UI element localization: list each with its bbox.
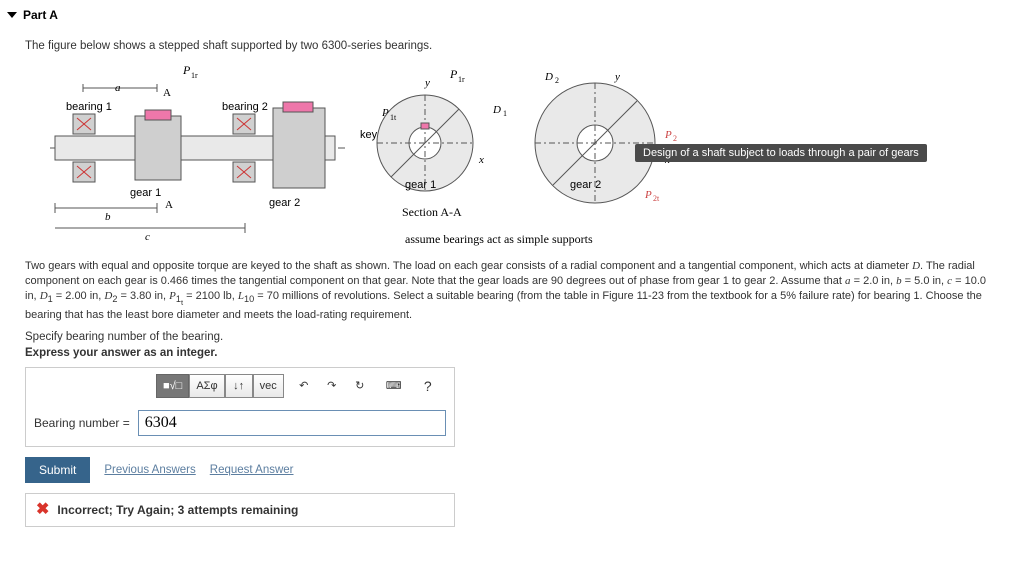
problem-text: Two gears with equal and opposite torque… [25,259,999,323]
key-label: key [360,129,378,141]
feedback-box: ✖ Incorrect; Try Again; 3 attempts remai… [25,493,455,527]
incorrect-icon: ✖ [36,502,49,518]
undo-button[interactable]: ↶ [290,374,318,398]
D1-label: D [492,104,501,116]
svg-text:1r: 1r [191,71,198,80]
answer-box: ■√□ ΑΣφ ↓↑ vec ↶ ↷ ↻ ⌨ ? Bearing number … [25,367,455,447]
submit-button[interactable]: Submit [25,457,90,483]
gear2-label: gear 2 [269,197,300,209]
y2-label: y [614,71,620,83]
section-AA-label: Section A-A [402,205,462,219]
P2t-label: P [644,189,652,201]
bearing1-label: bearing 1 [66,101,112,113]
part-label: Part A [23,8,58,22]
request-answer-link[interactable]: Request Answer [210,464,294,476]
keyboard-button[interactable]: ⌨ [380,374,408,398]
gear2-circle-label: gear 2 [570,179,601,191]
dim-b: b [105,211,111,223]
svg-text:2t: 2t [653,194,660,203]
collapse-icon[interactable] [7,12,17,18]
p1r-left: P [182,63,191,77]
bearing2-label: bearing 2 [222,101,268,113]
svg-text:1r: 1r [458,75,465,84]
svg-text:1: 1 [503,109,507,118]
previous-answers-link[interactable]: Previous Answers [104,464,195,476]
P1t-label: P [381,107,389,119]
answer-input[interactable] [138,410,446,436]
redo-button[interactable]: ↷ [318,374,346,398]
section-A-top: A [163,87,171,99]
help-button[interactable]: ? [414,374,442,398]
intro-text: The figure below shows a stepped shaft s… [25,40,999,52]
express-clause: Express your answer as an integer. [25,347,999,359]
vec-button[interactable]: vec [253,374,284,398]
feedback-text: Incorrect; Try Again; 3 attempts remaini… [57,503,298,517]
formula-toolbar: ■√□ ΑΣφ ↓↑ vec ↶ ↷ ↻ ⌨ ? [26,368,454,404]
gear1-circle-label: gear 1 [405,179,436,191]
svg-text:2: 2 [673,134,677,143]
D2-label: D [544,71,553,83]
y1-label: y [424,77,430,89]
section-A-bot: A [165,199,173,211]
P1r-mid: P [449,67,458,81]
specify-clause: Specify bearing number of the bearing. [25,331,999,343]
dim-a: a [115,82,121,94]
template-button[interactable]: ■√□ [156,374,189,398]
gear1-label: gear 1 [130,187,161,199]
x1-label: x [478,154,484,166]
reset-button[interactable]: ↻ [346,374,374,398]
answer-prefix: Bearing number = [34,416,130,430]
svg-text:2: 2 [555,76,559,85]
assume-text: assume bearings act as simple supports [405,232,593,246]
subscript-button[interactable]: ↓↑ [225,374,253,398]
P2-label: P [664,129,672,141]
greek-button[interactable]: ΑΣφ [189,374,224,398]
tooltip-badge: Design of a shaft subject to loads throu… [635,144,927,162]
svg-text:1t: 1t [390,113,397,122]
dim-c: c [145,231,150,243]
figure: a P1r A bearing 1 bearing 2 gear 1 gear … [25,58,875,253]
